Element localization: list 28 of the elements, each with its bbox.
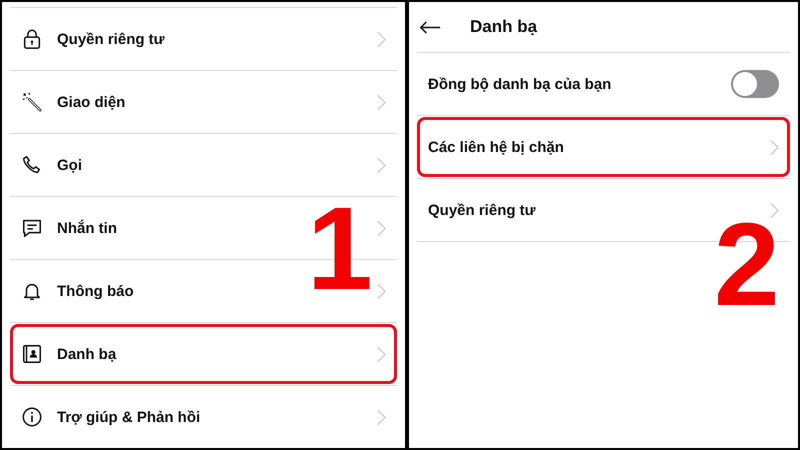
step-number: 1: [307, 202, 373, 296]
settings-item[interactable]: Các liên hệ bị chặn: [417, 117, 790, 177]
lock-icon: [21, 28, 43, 50]
screen-title: Danh bạ: [470, 17, 538, 37]
contact-book-icon: [21, 343, 43, 365]
settings-item[interactable]: Danh bạ: [10, 324, 397, 384]
settings-item[interactable]: Gọi: [57, 156, 82, 174]
magic-wand-icon: [21, 91, 43, 113]
chevron-icon: [377, 408, 386, 426]
chevron-icon: [770, 202, 779, 218]
chevron-icon: [377, 94, 386, 110]
chevron-icon: [377, 156, 386, 174]
message-icon: [21, 217, 43, 239]
chevron-icon: [377, 346, 386, 362]
settings-item[interactable]: Giao diện: [57, 94, 126, 110]
settings-item[interactable]: Nhắn tin: [57, 220, 117, 236]
settings-item[interactable]: Đồng bộ danh bạ của bạn: [417, 54, 790, 114]
chevron-icon: [377, 30, 386, 48]
settings-item[interactable]: Quyền riêng tư: [57, 30, 165, 48]
phone-icon: [21, 154, 43, 176]
toggle-switch[interactable]: [731, 70, 779, 98]
chevron-icon: [377, 220, 386, 236]
chevron-icon: [770, 138, 779, 156]
settings-item[interactable]: Trợ giúp & Phản hồi: [57, 408, 200, 426]
chevron-icon: [377, 282, 386, 300]
back-arrow-icon[interactable]: [419, 20, 441, 34]
info-icon: [21, 406, 43, 428]
settings-item[interactable]: Thông báo: [57, 282, 134, 300]
